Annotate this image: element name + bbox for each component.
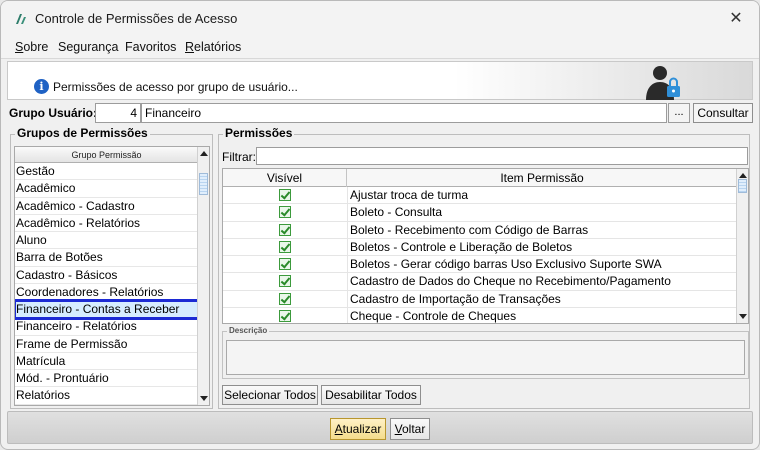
table-row[interactable]: Cadastro de Dados do Cheque no Recebimen… [223,273,737,291]
menu-sobre[interactable]: Sobre [15,40,48,54]
user-lock-icon [646,66,680,100]
permissions-scrollbar[interactable] [736,169,748,323]
menu-bar: Sobre Segurança Favoritos Relatórios [1,37,759,59]
menu-relatorios[interactable]: Relatórios [185,40,241,54]
scroll-down-icon[interactable] [739,314,747,319]
scroll-thumb[interactable] [199,173,208,195]
group-code-field[interactable]: 4 [95,103,141,123]
close-icon[interactable]: ✕ [723,7,749,31]
permissions-table-header: Visível Item Permissão [223,169,737,187]
group-list-item[interactable]: Barra de Botões [15,249,198,267]
table-row[interactable]: Ajustar troca de turma [223,187,737,205]
menu-favoritos[interactable]: Favoritos [125,40,176,54]
column-divider [347,221,348,238]
app-logo-icon [16,14,26,24]
visible-checkbox[interactable] [279,223,291,236]
title-bar: Controle de Permissões de Acesso ✕ [1,1,759,37]
group-list-item[interactable]: Financeiro - Contas a Receber [15,298,200,321]
consult-button[interactable]: Consultar [693,103,753,123]
permissions-table: Visível Item Permissão Ajustar troca de … [222,168,749,324]
table-row[interactable]: Boletos - Controle e Liberação de Boleto… [223,238,737,257]
visible-checkbox[interactable] [279,240,291,253]
scroll-down-icon[interactable] [200,396,208,401]
select-all-button[interactable]: Selecionar Todos [222,385,318,405]
back-button[interactable]: Voltar [390,418,430,440]
visible-checkbox[interactable] [279,189,291,201]
column-divider [347,238,348,256]
table-row[interactable]: Boleto - Consulta [223,204,737,222]
banner-text: Permissões de acesso por grupo de usuári… [53,80,298,94]
permission-item-label: Ajustar troca de turma [350,188,469,202]
table-row[interactable]: Boletos - Gerar código barras Uso Exclus… [223,256,737,274]
groups-column-header[interactable]: Grupo Permissão [15,147,198,163]
disable-all-button[interactable]: Desabilitar Todos [321,385,421,405]
visible-checkbox[interactable] [279,206,291,219]
group-list-item[interactable]: Matrícula [15,353,198,370]
group-name-field[interactable]: Financeiro [141,103,667,123]
column-item[interactable]: Item Permissão [347,169,737,187]
group-list-item[interactable]: Acadêmico - Cadastro [15,198,198,215]
visible-checkbox[interactable] [279,310,291,323]
description-box: Descrição [222,326,749,379]
column-divider [347,308,348,323]
group-list-item[interactable]: Financeiro - Relatórios [15,318,198,336]
permission-item-label: Cadastro de Importação de Transações [350,291,561,306]
permission-item-label: Cadastro de Dados do Cheque no Recebimen… [350,274,671,289]
scroll-up-icon[interactable] [739,173,747,178]
groups-panel-title: Grupos de Permissões [15,126,150,140]
group-list-item[interactable]: Gestão [15,163,198,181]
table-row[interactable]: Cadastro de Importação de Transações [223,290,737,309]
description-area [226,340,745,375]
permission-item-label: Boleto - Recebimento com Código de Barra… [350,222,589,237]
column-divider [347,256,348,273]
group-list-item[interactable]: Acadêmico [15,180,198,198]
scroll-up-icon[interactable] [200,151,208,156]
group-list-item[interactable]: Frame de Permissão [15,336,198,353]
table-row[interactable]: Cheque - Controle de Cheques [223,308,737,324]
update-button[interactable]: Atualizar [330,418,386,440]
scroll-thumb[interactable] [738,179,747,193]
group-list-item[interactable]: Aluno [15,232,198,250]
column-visible[interactable]: Visível [223,169,347,187]
visible-checkbox[interactable] [279,258,291,271]
permissions-panel-title: Permissões [223,126,295,140]
menu-seguranca[interactable]: Segurança [58,40,118,54]
group-list-item[interactable]: Relatórios [15,387,198,405]
group-list-item[interactable]: Mód. - Prontuário [15,370,198,388]
table-row[interactable]: Boleto - Recebimento com Código de Barra… [223,221,737,239]
window-title: Controle de Permissões de Acesso [35,11,238,26]
info-banner: i Permissões de acesso por grupo de usuá… [7,61,753,100]
groups-panel: Grupos de Permissões Grupo Permissão Ges… [10,126,213,409]
column-divider [347,273,348,290]
permission-item-label: Boleto - Consulta [350,205,443,220]
groups-rows: Gestão Acadêmico Acadêmico - Cadastro Acadê… [15,163,200,405]
groups-list: Grupo Permissão Gestão Acadêmico Acadêmico… [14,146,210,406]
column-divider [347,290,348,308]
permissions-panel: Permissões Filtrar: Visível Item Permiss… [218,126,750,409]
group-list-item[interactable]: Acadêmico - Relatórios [15,215,198,232]
permission-item-label: Boletos - Gerar código barras Uso Exclus… [350,257,662,272]
info-icon: i [34,79,49,94]
group-list-item[interactable]: Cadastro - Básicos [15,267,198,284]
filter-input[interactable] [256,147,748,165]
user-group-row: Grupo Usuário: 4 Financeiro ... Consulta… [7,103,753,123]
groups-scrollbar[interactable] [197,147,209,405]
filter-label: Filtrar: [222,150,256,164]
permissions-rows: Ajustar troca de turma Boleto - Consulta B… [223,187,737,324]
column-divider [347,204,348,221]
visible-checkbox[interactable] [279,275,291,288]
visible-checkbox[interactable] [279,292,291,305]
permission-item-label: Cheque - Controle de Cheques [350,309,517,324]
browse-button[interactable]: ... [668,103,690,123]
group-label: Grupo Usuário: [9,106,98,120]
permissions-window: Controle de Permissões de Acesso ✕ Sobre… [0,0,760,450]
permission-item-label: Boletos - Controle e Liberação de Boleto… [350,239,573,254]
footer-bar: Atualizar Voltar [7,411,753,444]
description-label: Descrição [227,326,270,335]
column-divider [347,187,348,204]
group-list-item[interactable]: Coordenadores - Relatórios [15,284,198,301]
